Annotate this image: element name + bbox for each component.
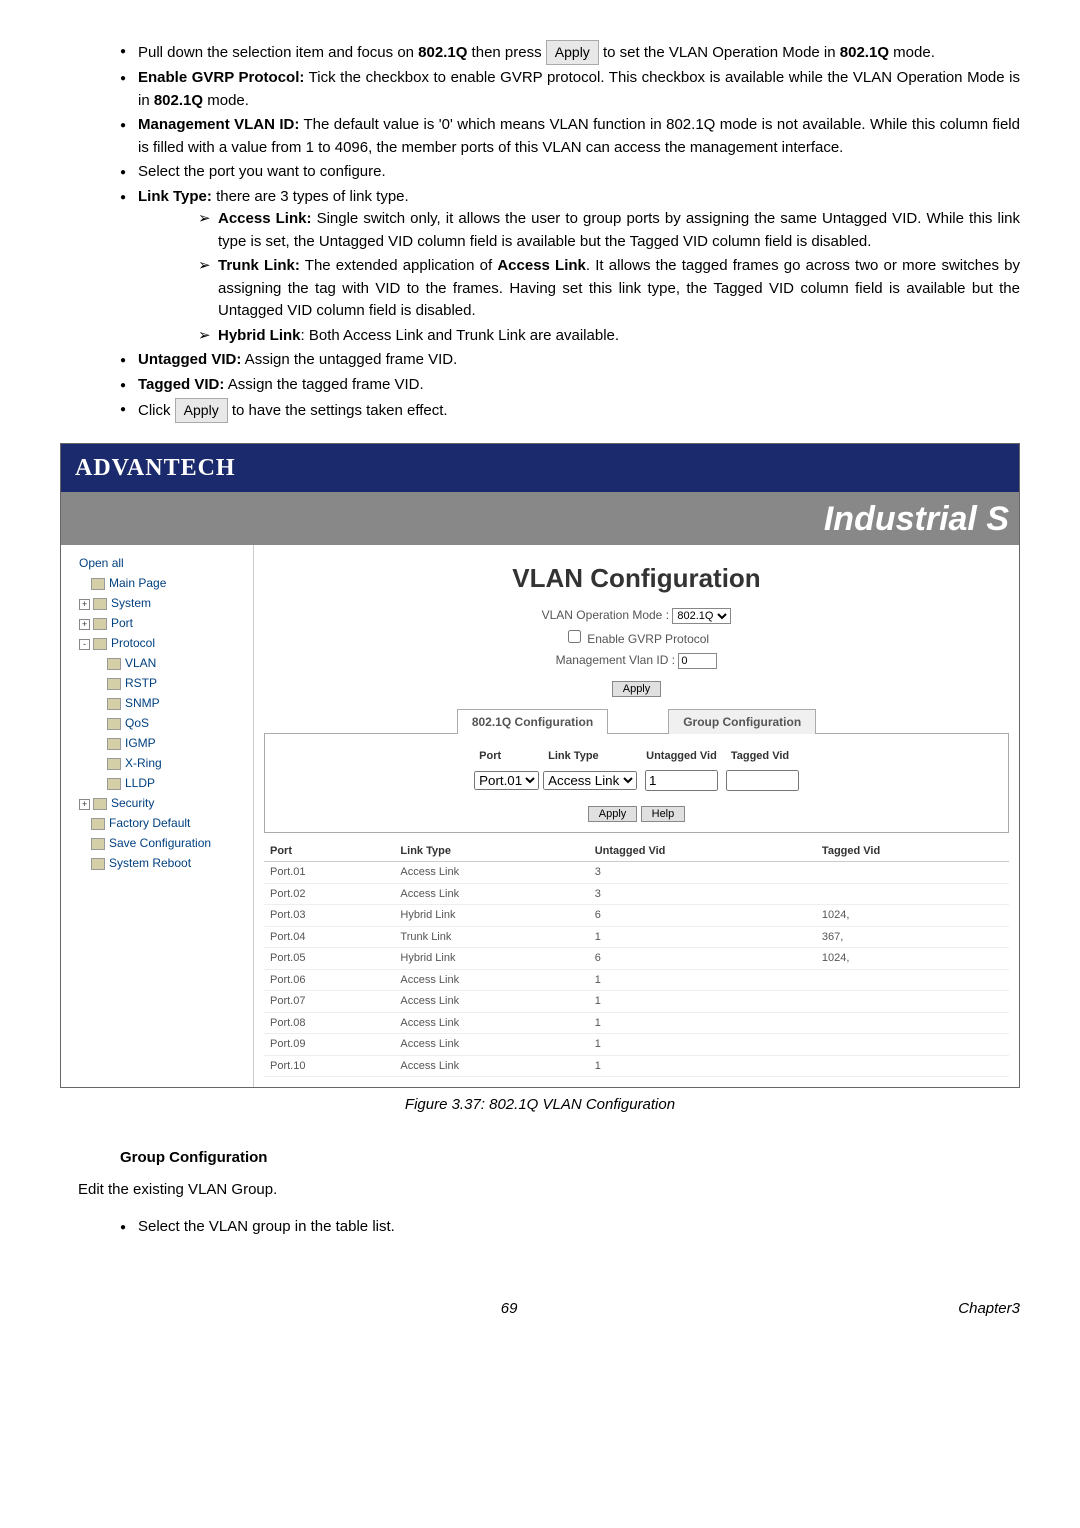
expand-icon: + [79,599,90,610]
config-box: Port Link Type Untagged Vid Tagged Vid P… [264,734,1009,833]
col-uvid: Untagged Vid [589,841,816,862]
bullet-5: Link Type: there are 3 types of link typ… [120,186,1020,348]
port-table: Port Link Type Untagged Vid Tagged Vid P… [264,841,1009,1078]
folder-icon [93,598,107,610]
nav-tree: Open all Main Page +System +Port -Protoc… [61,545,254,1087]
apply-button-2[interactable]: Apply [588,806,638,822]
page-icon [107,778,121,790]
gvrp-checkbox[interactable] [568,630,581,643]
linktype-select[interactable]: Access Link [543,771,637,790]
tree-snmp[interactable]: SNMP [67,693,247,713]
tree-system-reboot[interactable]: System Reboot [67,853,247,873]
folder-icon [93,638,107,650]
table-row: Port.10Access Link1 [264,1055,1009,1077]
tree-protocol[interactable]: -Protocol [67,633,247,653]
page-number: 69 [501,1298,518,1321]
page-icon [107,758,121,770]
help-button[interactable]: Help [641,806,686,822]
table-row: Port.01Access Link3 [264,862,1009,884]
tab-group[interactable]: Group Configuration [668,709,816,734]
tree-lldp[interactable]: LLDP [67,773,247,793]
tree-security[interactable]: +Security [67,793,247,813]
page-icon [91,838,105,850]
port-select[interactable]: Port.01 [474,771,539,790]
tree-xring[interactable]: X-Ring [67,753,247,773]
mgmt-label: Management Vlan ID : [556,653,675,667]
main-content: VLAN Configuration VLAN Operation Mode :… [254,545,1019,1087]
folder-icon [93,618,107,630]
bullet-4: Select the port you want to configure. [120,161,1020,184]
tree-qos[interactable]: QoS [67,713,247,733]
brand-bar: ADVANTECH [61,444,1019,492]
bullet-7: Tagged VID: Assign the tagged frame VID. [120,374,1020,397]
page-icon [107,718,121,730]
table-row: Port.02Access Link3 [264,883,1009,905]
tab-8021q[interactable]: 802.1Q Configuration [457,709,608,734]
page-footer: 69 Chapter3 [60,1298,1020,1321]
page-icon [91,818,105,830]
bullet-3: Management VLAN ID: The default value is… [120,114,1020,159]
embedded-screenshot: ADVANTECH Industrial S Open all Main Pag… [60,443,1020,1088]
page-icon [107,658,121,670]
group-bullet-1: Select the VLAN group in the table list. [120,1216,1020,1239]
col-tvid: Tagged Vid [816,841,1009,862]
bullet-2: Enable GVRP Protocol: Tick the checkbox … [120,67,1020,112]
col-port: Port [264,841,394,862]
group-config-heading: Group Configuration [120,1147,1020,1170]
page-icon [91,578,105,590]
group-list: Select the VLAN group in the table list. [60,1216,1020,1239]
apply-button[interactable]: Apply [612,681,662,697]
tree-open-all[interactable]: Open all [67,553,247,573]
tree-port[interactable]: +Port [67,613,247,633]
table-row: Port.06Access Link1 [264,969,1009,991]
tree-rstp[interactable]: RSTP [67,673,247,693]
table-row: Port.08Access Link1 [264,1012,1009,1034]
table-row: Port.09Access Link1 [264,1034,1009,1056]
page-icon [107,698,121,710]
figure-caption: Figure 3.37: 802.1Q VLAN Configuration [60,1094,1020,1117]
bullet-8: Click Apply to have the settings taken e… [120,398,1020,423]
page-icon [91,858,105,870]
table-row: Port.03Hybrid Link61024, [264,905,1009,927]
bullet-6: Untagged VID: Assign the untagged frame … [120,349,1020,372]
apply-button-inline: Apply [546,40,599,65]
tree-save-config[interactable]: Save Configuration [67,833,247,853]
gvrp-label: Enable GVRP Protocol [587,632,709,646]
page-title: VLAN Configuration [264,559,1009,598]
product-title-bar: Industrial S [61,492,1019,545]
tree-system[interactable]: +System [67,593,247,613]
sub-trunk: Trunk Link: The extended application of … [198,255,1020,323]
tree-main-page[interactable]: Main Page [67,573,247,593]
tagged-vid-input[interactable] [726,770,799,791]
page-icon [107,678,121,690]
expand-icon: + [79,619,90,630]
expand-icon: + [79,799,90,810]
sub-hybrid: Hybrid Link: Both Access Link and Trunk … [198,325,1020,348]
collapse-icon: - [79,639,90,650]
tree-igmp[interactable]: IGMP [67,733,247,753]
table-row: Port.05Hybrid Link61024, [264,948,1009,970]
page-icon [107,738,121,750]
link-type-sublist: Access Link: Single switch only, it allo… [138,208,1020,347]
group-config-text: Edit the existing VLAN Group. [78,1179,1020,1202]
mode-select[interactable]: 802.1Q [672,608,731,624]
tree-factory-default[interactable]: Factory Default [67,813,247,833]
instruction-list: Pull down the selection item and focus o… [60,40,1020,423]
tree-vlan[interactable]: VLAN [67,653,247,673]
col-link: Link Type [394,841,588,862]
bullet-1: Pull down the selection item and focus o… [120,40,1020,65]
table-row: Port.07Access Link1 [264,991,1009,1013]
tab-row: 802.1Q Configuration Group Configuration [264,709,1009,734]
table-row: Port.04Trunk Link1367, [264,926,1009,948]
mgmt-vlan-input[interactable] [678,653,717,669]
chapter-label: Chapter3 [958,1298,1020,1321]
apply-button-inline-2: Apply [175,398,228,423]
folder-icon [93,798,107,810]
untagged-vid-input[interactable] [645,770,718,791]
mode-label: VLAN Operation Mode : [542,608,669,622]
sub-access: Access Link: Single switch only, it allo… [198,208,1020,253]
